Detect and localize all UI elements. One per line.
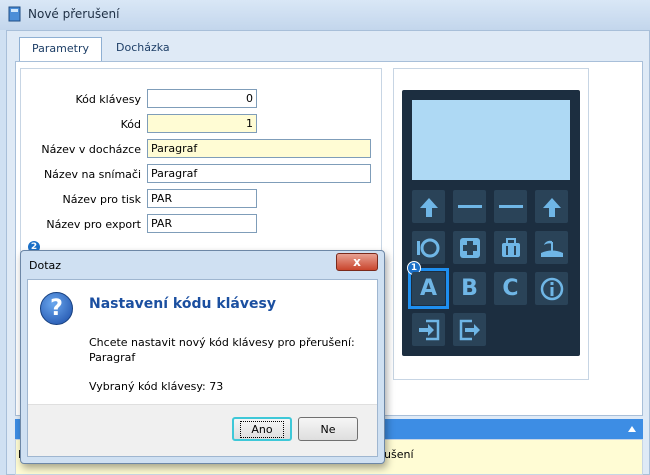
nazev-na-snimaci-input[interactable]: Paragraf	[147, 164, 371, 183]
logout-icon	[459, 319, 480, 340]
tab-dochazka[interactable]: Docházka	[104, 37, 182, 59]
dialog-heading: Nastavení kódu klávesy	[89, 296, 276, 312]
key-info[interactable]	[535, 272, 568, 305]
key-arrow-up-left[interactable]	[412, 190, 445, 223]
dialog-message: Chcete nastavit nový kód klávesy pro pře…	[89, 336, 355, 349]
title-bar: Nové přerušení	[0, 0, 650, 30]
plate-icon	[416, 238, 439, 257]
key-doctor[interactable]	[453, 231, 486, 264]
info-icon	[540, 277, 563, 300]
app-icon	[8, 6, 21, 22]
key-arrow-up-right[interactable]	[535, 190, 568, 223]
kod-klavesy-input[interactable]: 0	[147, 89, 257, 108]
minus-icon	[498, 204, 523, 208]
minus-icon	[457, 204, 482, 208]
key-vacation[interactable]	[535, 231, 568, 264]
key-business-trip[interactable]	[494, 231, 527, 264]
key-minus-2[interactable]	[494, 190, 527, 223]
label-kod: Kód	[120, 118, 141, 131]
no-button[interactable]: Ne	[298, 417, 358, 441]
dialog-footer: Ano Ne	[28, 404, 377, 456]
yes-button-label: Ano	[240, 420, 284, 438]
key-b[interactable]: B	[453, 272, 486, 305]
nazev-pro-export-input[interactable]: PAR	[147, 214, 257, 233]
label-nazev-pro-tisk: Název pro tisk	[62, 193, 141, 206]
kod-input[interactable]: 1	[147, 114, 257, 133]
suitcase-icon	[501, 237, 520, 257]
selected-code-text: Vybraný kód klávesy: 73	[89, 380, 224, 393]
device-preview-group: 1 A B C	[393, 68, 589, 380]
medical-cross-icon	[459, 237, 480, 258]
question-icon: ?	[40, 292, 73, 325]
nazev-v-dochazce-input[interactable]: Paragraf	[147, 139, 371, 158]
partial-text-right: ušení	[384, 448, 414, 461]
yes-button[interactable]: Ano	[232, 417, 292, 441]
close-button[interactable]: x	[336, 253, 378, 271]
terminal-screen	[412, 100, 570, 180]
login-icon	[418, 319, 439, 340]
dialog-message-value: Paragraf	[89, 351, 136, 364]
tab-parametry[interactable]: Parametry	[19, 37, 102, 61]
label-kod-klavesy: Kód klávesy	[75, 93, 141, 106]
key-c[interactable]: C	[494, 272, 527, 305]
dialog-title: Dotaz	[29, 259, 62, 272]
key-a[interactable]: A	[412, 272, 445, 305]
key-logout[interactable]	[453, 313, 486, 346]
key-login[interactable]	[412, 313, 445, 346]
window-title: Nové přerušení	[28, 7, 120, 21]
label-nazev-v-dochazce: Název v docházce	[41, 143, 141, 156]
label-nazev-pro-export: Název pro export	[46, 218, 141, 231]
arrow-up-icon	[419, 197, 438, 217]
label-nazev-na-snimaci: Název na snímači	[43, 168, 141, 181]
chevron-up-icon[interactable]	[627, 425, 637, 433]
terminal-device: 1 A B C	[402, 90, 580, 356]
vacation-island-icon	[540, 240, 563, 257]
key-minus-1[interactable]	[453, 190, 486, 223]
arrow-up-icon	[542, 197, 561, 217]
key-lunch[interactable]	[412, 231, 445, 264]
nazev-pro-tisk-input[interactable]: PAR	[147, 189, 257, 208]
dialog-body: ? Nastavení kódu klávesy Chcete nastavit…	[27, 279, 378, 457]
confirm-dialog: Dotaz x ? Nastavení kódu klávesy Chcete …	[20, 250, 385, 464]
